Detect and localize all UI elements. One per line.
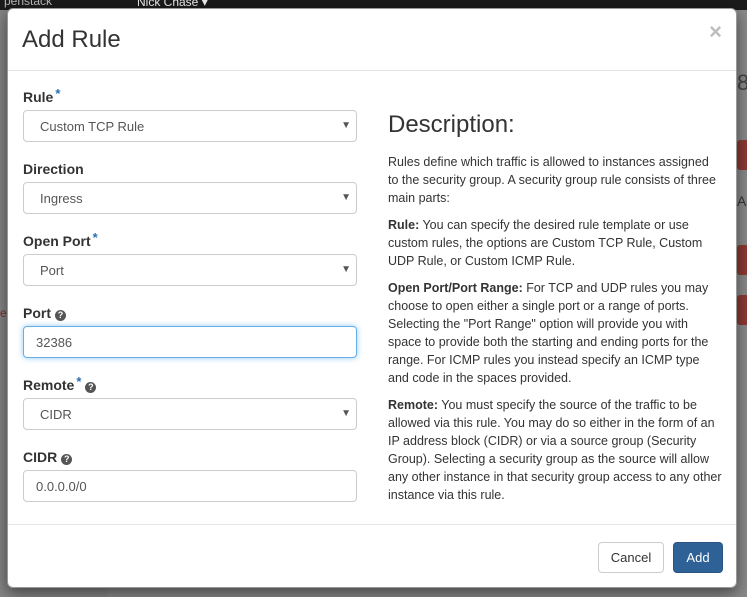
remote-select-value: CIDR xyxy=(40,407,72,422)
cidr-input[interactable] xyxy=(23,470,357,502)
description-title: Description: xyxy=(388,111,515,138)
modal-title: Add Rule xyxy=(22,26,121,53)
background-red-button xyxy=(737,245,747,275)
caret-down-icon: ▼ xyxy=(341,120,351,131)
required-marker: * xyxy=(92,230,98,245)
direction-label: Direction xyxy=(23,161,84,177)
open-port-field-group: Open Port * Port ▼ xyxy=(23,230,357,286)
close-icon[interactable]: × xyxy=(709,21,722,43)
background-fragment: AC xyxy=(737,193,747,209)
direction-select[interactable]: Ingress ▼ xyxy=(23,182,357,214)
description-intro: Rules define which traffic is allowed to… xyxy=(388,155,716,205)
open-port-select[interactable]: Port ▼ xyxy=(23,254,357,286)
description-port: Open Port/Port Range: For TCP and UDP ru… xyxy=(388,281,709,385)
caret-down-icon: ▼ xyxy=(341,408,351,419)
background-fragment: 8 xyxy=(737,70,747,95)
remote-field-group: Remote *? CIDR ▼ xyxy=(23,374,357,430)
port-input[interactable] xyxy=(23,326,357,358)
background-red-button xyxy=(737,295,747,325)
description-panel: Description: Rules define which traffic … xyxy=(388,111,722,513)
cidr-field-group: CIDR? xyxy=(23,447,357,502)
background-red-button xyxy=(737,140,747,170)
port-label: Port? xyxy=(23,303,357,323)
rule-select[interactable]: Custom TCP Rule ▼ xyxy=(23,110,357,142)
caret-down-icon: ▼ xyxy=(341,192,351,203)
rule-field-group: Rule * Custom TCP Rule ▼ xyxy=(23,86,357,142)
cancel-button[interactable]: Cancel xyxy=(598,542,664,573)
open-port-label: Open Port * xyxy=(23,230,98,249)
remote-select[interactable]: CIDR ▼ xyxy=(23,398,357,430)
required-marker: * xyxy=(55,86,61,101)
question-circle-icon[interactable]: ? xyxy=(85,382,97,393)
add-rule-dialog: Add Rule × Rule * Custom TCP Rule ▼ Direc… xyxy=(7,8,737,588)
description-rule: Rule: You can specify the desired rule t… xyxy=(388,218,703,268)
port-field-group: Port? xyxy=(23,303,357,358)
description-remote: Remote: You must specify the source of t… xyxy=(388,398,722,502)
direction-select-value: Ingress xyxy=(40,191,83,206)
rule-form: Rule * Custom TCP Rule ▼ Direction Ingres… xyxy=(23,86,357,502)
rule-label: Rule * xyxy=(23,86,61,105)
caret-down-icon: ▼ xyxy=(341,264,351,275)
background-fragment: e xyxy=(0,306,7,320)
modal-header: Add Rule × xyxy=(8,9,736,71)
modal-footer: Cancel Add xyxy=(8,524,736,588)
direction-field-group: Direction Ingress ▼ xyxy=(23,159,357,214)
remote-label: Remote *? xyxy=(23,374,357,395)
open-port-select-value: Port xyxy=(40,263,64,278)
add-button[interactable]: Add xyxy=(673,542,723,573)
question-circle-icon[interactable]: ? xyxy=(61,454,73,465)
cidr-label: CIDR? xyxy=(23,447,357,467)
background-brand: penstack xyxy=(4,0,53,8)
modal-body: Rule * Custom TCP Rule ▼ Direction Ingres… xyxy=(8,71,738,524)
rule-select-value: Custom TCP Rule xyxy=(40,119,145,134)
question-circle-icon[interactable]: ? xyxy=(55,310,66,321)
required-marker: * xyxy=(76,374,82,389)
